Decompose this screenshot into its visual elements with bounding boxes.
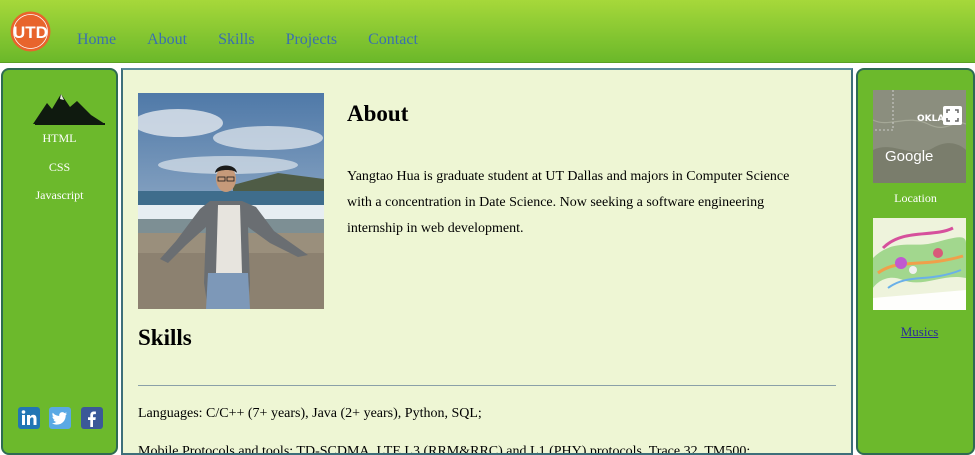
main-nav: Home About Skills Projects Contact — [77, 30, 449, 50]
logo-text: UTD — [13, 23, 48, 42]
main-content: About Yangtao Hua is graduate student at… — [121, 68, 853, 455]
sidebar-link-html[interactable]: HTML — [3, 131, 116, 146]
location-label: Location — [894, 191, 937, 205]
about-heading: About — [347, 101, 409, 126]
nav-skills-link[interactable]: Skills — [218, 30, 254, 50]
about-paragraph: Yangtao Hua is graduate student at UT Da… — [347, 169, 790, 236]
music-artwork[interactable] — [873, 218, 966, 310]
musics-link[interactable]: Musics — [858, 324, 975, 340]
section-divider — [138, 385, 836, 386]
utd-logo[interactable]: UTD — [10, 11, 51, 52]
nav-contact-link[interactable]: Contact — [368, 30, 418, 50]
nav-home-link[interactable]: Home — [77, 30, 116, 50]
facebook-icon[interactable] — [81, 407, 103, 429]
skills-languages: Languages: C/C++ (7+ years), Java (2+ ye… — [138, 406, 482, 421]
mountain-icon — [33, 91, 105, 126]
nav-projects-link[interactable]: Projects — [286, 30, 338, 50]
right-sidebar: OKLA Google Location Musics — [856, 68, 975, 455]
left-sidebar: HTML CSS Javascript — [1, 68, 118, 455]
sidebar-link-javascript[interactable]: Javascript — [3, 188, 116, 203]
skills-mobile-protocols: Mobile Protocols and tools: TD-SCDMA, LT… — [138, 444, 751, 455]
nav-about-link[interactable]: About — [147, 30, 187, 50]
top-bar: UTD Home About Skills Projects Contact — [0, 0, 975, 63]
profile-photo — [138, 93, 324, 309]
skills-heading: Skills — [138, 325, 192, 350]
twitter-icon[interactable] — [49, 407, 71, 429]
linkedin-icon[interactable] — [18, 407, 40, 429]
sidebar-link-css[interactable]: CSS — [3, 160, 116, 175]
map-region-label: OKLA — [917, 114, 944, 124]
map-brand-label: Google — [885, 148, 933, 165]
location-map[interactable]: OKLA Google — [873, 90, 966, 183]
